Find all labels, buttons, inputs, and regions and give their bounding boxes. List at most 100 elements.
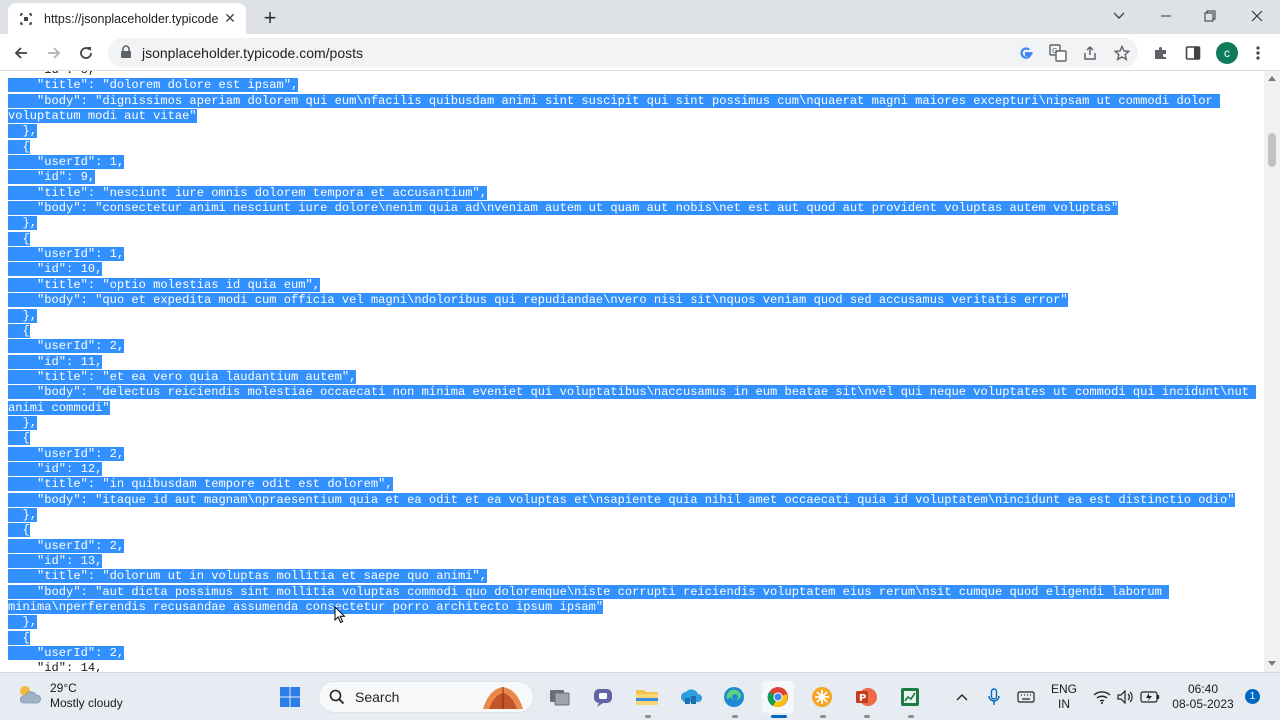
address-bar[interactable]: jsonplaceholder.typicode.com/posts G <box>108 38 1138 67</box>
google-icon[interactable] <box>1016 43 1036 63</box>
json-line-text: { <box>8 323 30 338</box>
json-line: { <box>8 323 1256 339</box>
json-line: "title": "in quibusdam tempore odit est … <box>8 477 1256 492</box>
close-tab-icon[interactable]: ✕ <box>222 10 238 26</box>
translate-icon[interactable]: G <box>1048 43 1068 63</box>
clock[interactable]: 06:40 08-05-2023 <box>1166 682 1240 712</box>
clock-time: 06:40 <box>1187 682 1219 696</box>
json-line: "id": 11, <box>8 354 1256 370</box>
keyboard-icon[interactable] <box>1010 681 1042 713</box>
json-line-text: "body": "dignissimos aperiam dolorem qui… <box>8 93 1220 108</box>
more-options-icon[interactable] <box>1248 43 1268 63</box>
json-line-text: voluptatum modi aut vitae" <box>8 109 197 124</box>
json-line: minima\nperferendis recusandae assumenda… <box>8 600 1256 615</box>
start-button[interactable] <box>274 681 306 713</box>
json-line: "body": "consectetur animi nesciunt iure… <box>8 201 1256 216</box>
edge-browser-icon[interactable] <box>718 681 750 713</box>
reload-button[interactable] <box>73 40 99 66</box>
json-viewer[interactable]: "id": 8, "title": "dolorem dolore est ip… <box>8 71 1257 672</box>
share-icon[interactable] <box>1080 43 1100 63</box>
weather-widget[interactable]: 29°C Mostly cloudy <box>16 681 123 711</box>
json-line: "id": 13, <box>8 554 1256 569</box>
json-line-text: { <box>8 139 30 154</box>
json-line-text: "userId": 1, <box>8 247 125 262</box>
minimize-button[interactable] <box>1152 4 1180 28</box>
taskbar-search[interactable]: Search <box>318 681 534 713</box>
back-button[interactable] <box>8 40 34 66</box>
notification-badge[interactable]: 1 <box>1245 689 1260 704</box>
json-line: }, <box>8 615 1256 630</box>
running-indicator <box>864 715 870 718</box>
extensions-puzzle-icon[interactable] <box>1151 43 1171 63</box>
browser-toolbar: jsonplaceholder.typicode.com/posts G c <box>0 34 1280 71</box>
close-window-button[interactable] <box>1243 4 1271 28</box>
language-indicator[interactable]: ENG IN <box>1046 682 1082 712</box>
svg-text:G: G <box>1052 47 1057 55</box>
json-line: }, <box>8 216 1256 231</box>
snip-tool-icon[interactable] <box>806 681 838 713</box>
json-line-text: "id": 13, <box>8 554 103 568</box>
json-line: "body": "quo et expedita modi cum offici… <box>8 293 1256 308</box>
scroll-down-arrow-icon[interactable] <box>1268 661 1276 666</box>
json-line-text: "body": "consectetur animi nesciunt iure… <box>8 201 1119 216</box>
forward-button[interactable] <box>41 40 67 66</box>
json-line-text: { <box>8 431 30 446</box>
task-view-icon[interactable] <box>544 681 576 713</box>
new-tab-button[interactable]: + <box>258 5 282 30</box>
weather-temperature: 29°C <box>50 681 77 695</box>
profile-avatar[interactable]: c <box>1216 42 1238 64</box>
tab-search-icon[interactable] <box>1105 4 1133 28</box>
json-line: "body": "itaque id aut magnam\npraesenti… <box>8 492 1256 508</box>
microphone-icon[interactable] <box>978 681 1010 713</box>
json-line-text: "title": "optio molestias id quia eum", <box>8 277 321 292</box>
json-line-text: "title": "nesciunt iure omnis dolorem te… <box>8 185 487 200</box>
json-line-text: "id": 9, <box>8 170 96 185</box>
browser-tab[interactable]: https://jsonplaceholder.typicode ✕ <box>8 3 246 34</box>
lock-icon[interactable] <box>120 45 132 64</box>
scrollbar-thumb[interactable] <box>1268 133 1276 167</box>
url-text: jsonplaceholder.typicode.com/posts <box>142 45 364 61</box>
json-line: "id": 10, <box>8 262 1256 277</box>
json-line-text: animi commodi" <box>8 400 110 415</box>
teams-chat-icon[interactable] <box>587 681 619 713</box>
json-line-text: "userId": 2, <box>8 446 125 461</box>
json-line: { <box>8 139 1256 155</box>
json-line-text: }, <box>8 308 38 323</box>
json-line: voluptatum modi aut vitae" <box>8 109 1256 124</box>
scroll-up-arrow-icon[interactable] <box>1268 76 1276 81</box>
page-scrollbar[interactable] <box>1264 71 1280 672</box>
json-line-text: "userId": 2, <box>8 339 125 354</box>
cloud-sun-icon <box>16 683 42 710</box>
weather-description: Mostly cloudy <box>50 696 123 710</box>
json-line-text: "title": "dolorum ut in voluptas molliti… <box>8 569 487 584</box>
json-line-text: }, <box>8 615 38 630</box>
tab-title: https://jsonplaceholder.typicode <box>44 11 219 26</box>
side-panel-icon[interactable] <box>1183 43 1203 63</box>
network-app-icon[interactable] <box>674 681 706 713</box>
json-line-text: }, <box>8 124 38 139</box>
chrome-browser-icon[interactable] <box>762 681 794 713</box>
file-explorer-icon[interactable] <box>631 681 663 713</box>
restore-button[interactable] <box>1196 4 1224 28</box>
json-line: }, <box>8 124 1256 139</box>
excel-app-icon[interactable] <box>894 681 926 713</box>
powerpoint-icon[interactable]: P <box>850 681 882 713</box>
json-line-text: "id": 8, <box>8 71 95 77</box>
chevron-up-icon[interactable] <box>946 681 978 713</box>
json-line: "body": "aut dicta possimus sint molliti… <box>8 584 1256 600</box>
battery-icon[interactable] <box>1134 681 1166 713</box>
running-indicator <box>908 715 914 718</box>
running-indicator <box>645 715 651 718</box>
json-line: "body": "dignissimos aperiam dolorem qui… <box>8 93 1256 109</box>
json-line-text: "body": "itaque id aut magnam\npraesenti… <box>8 492 1235 507</box>
search-highlight-icon <box>479 683 527 711</box>
json-line: "title": "et ea vero quia laudantium aut… <box>8 369 1256 385</box>
json-line-text: }, <box>8 507 38 522</box>
json-line: "body": "delectus reiciendis molestiae o… <box>8 385 1257 400</box>
json-line: { <box>8 231 1256 247</box>
json-line-text: "body": "delectus reiciendis molestiae o… <box>8 385 1257 400</box>
language-code: ENG <box>1050 682 1077 696</box>
bookmark-star-icon[interactable] <box>1112 43 1132 63</box>
json-line: }, <box>8 415 1256 431</box>
tab-strip: https://jsonplaceholder.typicode ✕ + <box>0 0 1280 34</box>
